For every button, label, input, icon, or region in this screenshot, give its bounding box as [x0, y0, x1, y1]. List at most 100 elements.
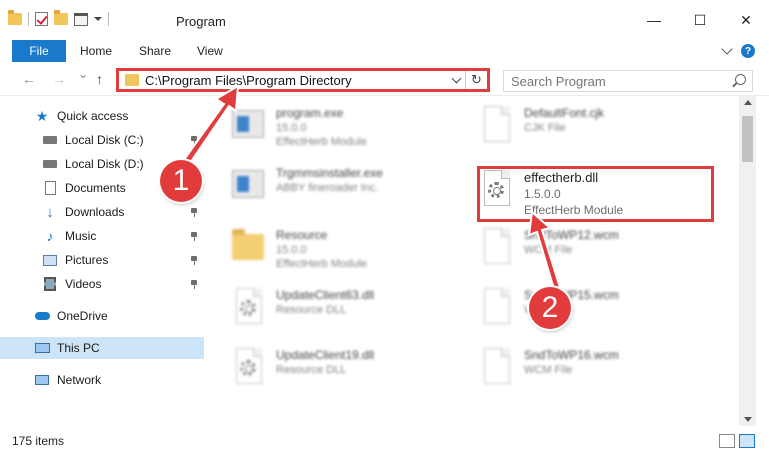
forward-button[interactable]: →: [52, 71, 66, 87]
search-box[interactable]: [503, 70, 753, 92]
file-item[interactable]: SndToWP12.wcm WCM File: [478, 224, 718, 278]
file-item[interactable]: Resource 15.0.0 EffectHerb Module: [230, 224, 470, 278]
file-item[interactable]: SndToWP16.wcm WCM File: [478, 344, 718, 398]
details-view-icon[interactable]: [719, 434, 735, 448]
sidebar-item-onedrive[interactable]: OneDrive: [0, 305, 204, 327]
scroll-down-icon[interactable]: [744, 417, 752, 422]
file-icon: [478, 228, 514, 270]
window-title: Program: [176, 14, 226, 29]
back-button[interactable]: ←: [22, 71, 36, 87]
sidebar-item-network[interactable]: Network: [0, 369, 204, 391]
file-item-effectherb-dll[interactable]: effectherb.dll 1.5.0.0 EffectHerb Module: [478, 166, 718, 220]
pin-icon[interactable]: [191, 135, 197, 145]
file-description: EffectHerb Module: [276, 258, 367, 270]
computer-icon: [34, 341, 50, 355]
file-description: Resource DLL: [276, 304, 347, 316]
file-version: 15.0.0: [276, 244, 307, 256]
address-bar[interactable]: C:\Program Files\Program Directory ↻: [116, 68, 490, 92]
minimize-button[interactable]: —: [631, 0, 677, 40]
file-name: Resource: [276, 228, 328, 242]
exe-file-icon: [230, 166, 266, 208]
ribbon-tabs: File Home Share View ?: [0, 40, 769, 62]
file-description: EffectHerb Module: [276, 136, 367, 148]
navigation-bar: ← → ⌄ ↑ C:\Program Files\Program Directo…: [0, 62, 769, 96]
properties-check-icon[interactable]: [35, 12, 48, 26]
file-description: ABBY fineroader Inc.: [276, 182, 379, 194]
help-icon[interactable]: ?: [741, 44, 755, 58]
recent-locations-button[interactable]: ⌄: [78, 67, 88, 81]
folder-icon: [125, 74, 139, 86]
large-icons-view-icon[interactable]: [739, 434, 755, 448]
tab-home[interactable]: Home: [80, 44, 112, 58]
file-item[interactable]: UpdateClient63.dll Resource DLL: [230, 284, 470, 338]
download-icon: ↓: [46, 203, 54, 221]
pin-icon[interactable]: [191, 207, 197, 217]
maximize-button[interactable]: ☐: [677, 0, 723, 40]
address-dropdown-button[interactable]: [447, 73, 465, 83]
quick-access-toolbar: [8, 10, 109, 26]
scroll-up-icon[interactable]: [744, 100, 752, 105]
file-name: Trgmmsinstaller.exe: [276, 166, 383, 180]
divider: [28, 12, 29, 26]
sidebar-item-pictures[interactable]: Pictures: [0, 249, 204, 271]
scroll-thumb[interactable]: [742, 116, 753, 162]
sidebar-item-label: Documents: [65, 181, 126, 195]
sidebar-item-this-pc[interactable]: This PC: [0, 337, 204, 359]
file-item[interactable]: UpdateClient19.dll Resource DLL: [230, 344, 470, 398]
pin-icon[interactable]: [191, 231, 197, 241]
drive-icon: [42, 157, 58, 171]
file-name: SndToWP16.wcm: [524, 348, 619, 362]
file-description: WCM File: [524, 364, 573, 376]
sidebar-item-quick-access[interactable]: ★ Quick access: [0, 105, 204, 127]
up-button[interactable]: ↑: [96, 71, 103, 87]
pin-icon[interactable]: [191, 255, 197, 265]
sidebar-item-videos[interactable]: Videos: [0, 273, 204, 295]
search-input[interactable]: [504, 71, 724, 91]
sidebar-item-local-disk-c[interactable]: Local Disk (C:): [0, 129, 204, 151]
file-item[interactable]: DefaultFont.cjk CJK File: [478, 102, 718, 156]
step-1-marker: 1: [160, 160, 202, 202]
sidebar-item-label: Quick access: [57, 109, 129, 123]
network-icon: [34, 373, 50, 387]
music-icon: ♪: [46, 228, 54, 244]
file-icon: [478, 288, 514, 330]
pin-icon[interactable]: [191, 279, 197, 289]
item-count: 175 items: [12, 434, 65, 448]
file-list: program.exe 15.0.0 EffectHerb Module Trg…: [212, 96, 738, 426]
dll-file-icon: [230, 348, 266, 390]
sidebar-item-label: Videos: [65, 277, 102, 291]
customize-dropdown-icon[interactable]: [94, 17, 102, 21]
search-icon[interactable]: [735, 74, 746, 85]
sidebar-item-music[interactable]: ♪ Music: [0, 225, 204, 247]
refresh-button[interactable]: ↻: [465, 71, 487, 89]
sidebar-item-label: Music: [65, 229, 97, 243]
file-item[interactable]: program.exe 15.0.0 EffectHerb Module: [230, 102, 470, 156]
status-bar: 175 items: [0, 426, 769, 468]
expand-ribbon-icon[interactable]: [721, 43, 733, 55]
tab-view[interactable]: View: [197, 44, 223, 58]
file-icon: [478, 348, 514, 390]
title-bar: Program — ☐ ✕: [0, 0, 769, 40]
folder-icon[interactable]: [8, 10, 22, 25]
file-item[interactable]: Trgmmsinstaller.exe ABBY fineroader Inc.: [230, 162, 470, 216]
file-description: CJK File: [524, 122, 566, 134]
sidebar-item-label: Downloads: [65, 205, 125, 219]
sidebar-item-label: Local Disk (D:): [65, 157, 144, 171]
sidebar-item-label: Local Disk (C:): [65, 133, 144, 147]
tab-share[interactable]: Share: [139, 44, 171, 58]
dll-file-icon: [478, 170, 514, 212]
star-icon: ★: [35, 107, 49, 124]
file-version: 15.0.0: [276, 122, 307, 134]
sidebar-item-downloads[interactable]: ↓ Downloads: [0, 201, 204, 223]
sidebar-item-label: Pictures: [65, 253, 109, 267]
folder-icon: [230, 228, 266, 270]
pictures-icon: [42, 253, 58, 267]
tab-file[interactable]: File: [12, 40, 66, 62]
properties-icon[interactable]: [74, 12, 88, 26]
file-item[interactable]: SndToWP15.wcm WCM File: [478, 284, 718, 338]
step-2-marker: 2: [529, 287, 571, 329]
vertical-scrollbar[interactable]: [739, 96, 756, 426]
close-button[interactable]: ✕: [723, 0, 769, 40]
new-folder-icon[interactable]: [54, 10, 68, 25]
address-path[interactable]: C:\Program Files\Program Directory: [145, 73, 447, 88]
